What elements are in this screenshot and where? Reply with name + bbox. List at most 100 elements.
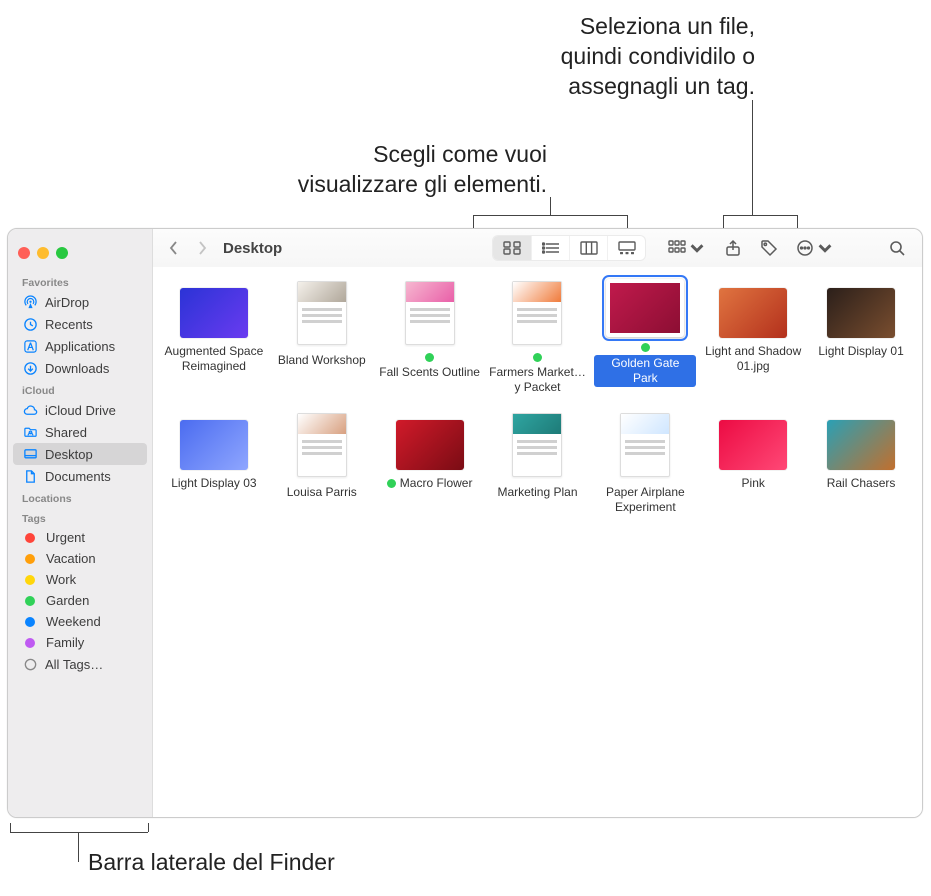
sidebar-item-label: Urgent xyxy=(46,530,85,545)
file-name-label: Farmers Market…y Packet xyxy=(487,353,589,395)
file-thumbnail xyxy=(396,420,464,470)
tag-dot-icon xyxy=(25,575,35,585)
file-name-label: Rail Chasers xyxy=(827,476,896,491)
sidebar-item-icloud-drive[interactable]: iCloud Drive xyxy=(8,399,152,421)
tag-dot-icon xyxy=(387,479,396,488)
file-name-label: Light and Shadow 01.jpg xyxy=(702,344,804,374)
sidebar-item-label: iCloud Drive xyxy=(45,403,116,418)
sidebar-item-label: Garden xyxy=(46,593,89,608)
file-thumbnail xyxy=(503,411,571,479)
callout-sidebar: Barra laterale del Finder xyxy=(88,848,335,878)
sidebar-item-label: Weekend xyxy=(46,614,101,629)
view-column-button[interactable] xyxy=(569,236,607,260)
file-name-label: Pink xyxy=(742,476,765,491)
sidebar-section-locations: Locations xyxy=(8,487,152,507)
file-thumbnail xyxy=(180,420,248,470)
file-thumbnail xyxy=(827,288,895,338)
callout-share: Seleziona un file, quindi condividilo o … xyxy=(561,12,755,102)
sidebar-item-applications[interactable]: Applications xyxy=(8,335,152,357)
file-thumbnail xyxy=(503,279,571,347)
sidebar-section-tags: Tags xyxy=(8,507,152,527)
file-thumbnail xyxy=(827,420,895,470)
view-gallery-button[interactable] xyxy=(607,236,645,260)
tag-dot-icon xyxy=(25,638,35,648)
downloads-icon xyxy=(22,360,38,376)
sidebar-tag-weekend[interactable]: Weekend xyxy=(8,611,152,632)
desktop-icon xyxy=(22,446,38,462)
file-name-label: Light Display 03 xyxy=(171,476,256,491)
tag-button[interactable] xyxy=(754,235,784,261)
sidebar-tag-family[interactable]: Family xyxy=(8,632,152,653)
tag-dot-icon xyxy=(425,353,434,362)
sidebar-tag-garden[interactable]: Garden xyxy=(8,590,152,611)
shared-icon xyxy=(22,424,38,440)
file-name-label: Light Display 01 xyxy=(818,344,903,359)
group-by-button[interactable] xyxy=(662,235,712,261)
file-item[interactable]: Pink xyxy=(702,411,804,515)
callout-view: Scegli come vuoi visualizzare gli elemen… xyxy=(298,140,547,200)
sidebar-item-airdrop[interactable]: AirDrop xyxy=(8,291,152,313)
file-item[interactable]: Light and Shadow 01.jpg xyxy=(702,279,804,395)
view-icon-button[interactable] xyxy=(493,236,531,260)
tag-dot-icon xyxy=(25,617,35,627)
sidebar-tag-vacation[interactable]: Vacation xyxy=(8,548,152,569)
file-item[interactable]: Fall Scents Outline xyxy=(379,279,481,395)
file-thumbnail xyxy=(606,279,684,337)
file-name-label: Bland Workshop xyxy=(278,353,366,368)
maximize-button[interactable] xyxy=(56,247,68,259)
back-button[interactable] xyxy=(163,238,185,258)
file-thumbnail xyxy=(288,279,356,347)
file-grid-content: Augmented Space Reimagined Bland Workshop… xyxy=(153,267,922,817)
close-button[interactable] xyxy=(18,247,30,259)
file-item[interactable]: Rail Chasers xyxy=(810,411,912,515)
file-name-label: Louisa Parris xyxy=(287,485,357,500)
share-button[interactable] xyxy=(718,235,748,261)
sidebar-tag-work[interactable]: Work xyxy=(8,569,152,590)
sidebar-item-label: AirDrop xyxy=(45,295,89,310)
sidebar-item-label: Downloads xyxy=(45,361,109,376)
sidebar-tag-urgent[interactable]: Urgent xyxy=(8,527,152,548)
file-item[interactable]: Golden Gate Park xyxy=(594,279,696,395)
view-mode-segmented xyxy=(492,235,646,261)
more-button[interactable] xyxy=(790,235,840,261)
file-thumbnail xyxy=(288,411,356,479)
window-title: Desktop xyxy=(223,240,282,257)
sidebar-item-label: Shared xyxy=(45,425,87,440)
file-name-label: Fall Scents Outline xyxy=(379,353,481,380)
file-item[interactable]: Marketing Plan xyxy=(487,411,589,515)
documents-icon xyxy=(22,468,38,484)
icloud-icon xyxy=(22,402,38,418)
sidebar-section-favorites: Favorites xyxy=(8,271,152,291)
minimize-button[interactable] xyxy=(37,247,49,259)
file-thumbnail xyxy=(180,288,248,338)
file-name-label: Golden Gate Park xyxy=(594,343,696,387)
sidebar-item-documents[interactable]: Documents xyxy=(8,465,152,487)
tag-dot-icon xyxy=(25,554,35,564)
forward-button[interactable] xyxy=(191,238,213,258)
file-item[interactable]: Paper Airplane Experiment xyxy=(594,411,696,515)
sidebar-item-all-tags[interactable]: All Tags… xyxy=(8,653,152,675)
sidebar-item-label: Applications xyxy=(45,339,115,354)
sidebar-item-shared[interactable]: Shared xyxy=(8,421,152,443)
file-item[interactable]: Augmented Space Reimagined xyxy=(163,279,265,395)
file-item[interactable]: Louisa Parris xyxy=(271,411,373,515)
search-button[interactable] xyxy=(882,235,912,261)
file-item[interactable]: Macro Flower xyxy=(379,411,481,515)
file-name-label: Augmented Space Reimagined xyxy=(163,344,265,374)
file-item[interactable]: Light Display 01 xyxy=(810,279,912,395)
file-item[interactable]: Bland Workshop xyxy=(271,279,373,395)
tag-dot-icon xyxy=(641,343,650,352)
sidebar-item-label: Work xyxy=(46,572,76,587)
sidebar-item-desktop[interactable]: Desktop xyxy=(13,443,147,465)
tag-dot-icon xyxy=(533,353,542,362)
file-item[interactable]: Light Display 03 xyxy=(163,411,265,515)
sidebar: Favorites AirDrop Recents Applications Down… xyxy=(8,229,153,817)
view-list-button[interactable] xyxy=(531,236,569,260)
sidebar-item-recents[interactable]: Recents xyxy=(8,313,152,335)
recents-icon xyxy=(22,316,38,332)
file-item[interactable]: Farmers Market…y Packet xyxy=(487,279,589,395)
traffic-lights xyxy=(18,247,68,259)
file-name-label: Macro Flower xyxy=(387,476,473,491)
file-thumbnail xyxy=(611,411,679,479)
sidebar-item-downloads[interactable]: Downloads xyxy=(8,357,152,379)
